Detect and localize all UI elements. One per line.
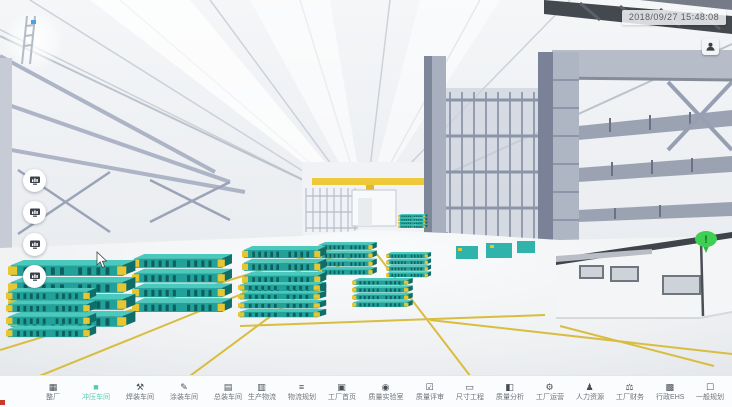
workshop-tab[interactable]: ▤ 总装车间 [212, 381, 244, 403]
module-button[interactable]: ♟ 人力资源 [574, 381, 606, 403]
module-button[interactable]: ☑ 质量评审 [414, 381, 446, 403]
factory-home-icon: ▣ [337, 382, 346, 392]
kpi-monitor-icon [29, 239, 41, 250]
module-label: 工厂运营 [535, 393, 563, 401]
module-button[interactable]: ▣ 工厂首页 [326, 381, 358, 403]
welding-workshop-icon: ⚒ [136, 382, 144, 392]
module-label: 人力资源 [575, 393, 603, 401]
steel-column-distant [420, 56, 448, 239]
logistics-planning-icon: ≡ [299, 382, 304, 392]
quality-review-icon: ☑ [426, 382, 434, 392]
module-button[interactable]: ☐ 一般规划 [694, 381, 726, 403]
module-button[interactable]: ▥ 生产物流 [246, 381, 278, 403]
kpi-monitor-icon [29, 175, 41, 186]
admin-ehs-icon: ▩ [666, 382, 675, 392]
module-label: 行政EHS [655, 393, 684, 401]
module-button[interactable]: ⚖ 工厂财务 [614, 381, 646, 403]
ceiling-light-glow [4, 10, 64, 70]
kpi-panel-button[interactable] [23, 169, 46, 192]
dimension-engineering-icon: ▭ [465, 382, 474, 392]
module-button[interactable]: ◉ 质量实验室 [366, 381, 406, 403]
assembly-workshop-icon: ▤ [224, 382, 233, 392]
workshop-tab[interactable]: ✎ 涂装车间 [168, 381, 200, 403]
module-label: 生产物流 [247, 393, 275, 401]
painting-workshop-icon: ✎ [180, 382, 188, 392]
factory-operations-icon: ⚙ [546, 382, 554, 392]
kpi-monitor-icon [29, 271, 41, 282]
workshop-tab[interactable]: ▦ 整厂 [38, 381, 68, 403]
module-label: 质量评审 [415, 393, 443, 401]
module-button[interactable]: ▩ 行政EHS [654, 381, 686, 403]
quality-lab-icon: ◉ [382, 382, 390, 392]
factory-overview-icon: ▦ [49, 382, 58, 392]
kpi-monitor-icon [29, 207, 41, 218]
crane-beam [312, 178, 428, 185]
workshop-label: 焊装车间 [126, 393, 154, 401]
module-label: 工厂财务 [615, 393, 643, 401]
factory-finance-icon: ⚖ [626, 382, 634, 392]
logistics-truck-icon: ▥ [257, 382, 266, 392]
module-button[interactable]: ▭ 尺寸工程 [454, 381, 486, 403]
quality-analysis-icon: ◧ [505, 382, 514, 392]
workshop-tab[interactable]: ⚒ 焊装车间 [124, 381, 156, 403]
workshop-label: 冲压车间 [82, 393, 110, 401]
scene-3d-render: ! [0, 0, 732, 407]
red-indicator-dot [0, 400, 5, 405]
workshop-label: 整厂 [46, 393, 60, 401]
module-button[interactable]: ≡ 物流规划 [286, 381, 318, 403]
kpi-panel-button[interactable] [23, 201, 46, 224]
module-button[interactable]: ◧ 质量分析 [494, 381, 526, 403]
workshop-label: 总装车间 [214, 393, 242, 401]
module-button[interactable]: ⚙ 工厂运营 [534, 381, 566, 403]
module-label: 一般规划 [696, 393, 724, 401]
bottom-toolbar: ▦ 整厂 ■ 冲压车间 ⚒ 焊装车间 ✎ 涂装车间 ▤ 总装车间 ▥ 生产物流 … [0, 375, 732, 407]
kpi-panel-button[interactable] [23, 233, 46, 256]
kpi-panel-button[interactable] [23, 265, 46, 288]
side-button-panel [23, 169, 46, 288]
alert-balloon-text: ! [704, 234, 708, 246]
module-label: 质量分析 [495, 393, 523, 401]
digital-twin-3d-viewport[interactable]: ! [0, 0, 732, 407]
module-label: 质量实验室 [368, 393, 403, 401]
user-button[interactable] [702, 38, 719, 55]
user-icon [705, 41, 716, 52]
timestamp: 2018/09/27 15:48:08 [622, 10, 726, 25]
module-label: 工厂首页 [327, 393, 355, 401]
module-label: 尺寸工程 [455, 393, 483, 401]
stamping-workshop-icon: ■ [93, 382, 98, 392]
general-planning-icon: ☐ [706, 382, 714, 392]
workshop-label: 涂装车间 [170, 393, 198, 401]
module-label: 物流规划 [287, 393, 315, 401]
workshop-tab[interactable]: ■ 冲压车间 [80, 381, 112, 403]
module-nav: ▥ 生产物流 ≡ 物流规划 ▣ 工厂首页 ◉ 质量实验室 ☑ 质量评审 ▭ 尺寸… [246, 381, 726, 403]
human-resources-icon: ♟ [586, 382, 594, 392]
workshop-nav: ▦ 整厂 ■ 冲压车间 ⚒ 焊装车间 ✎ 涂装车间 ▤ 总装车间 [38, 381, 244, 403]
